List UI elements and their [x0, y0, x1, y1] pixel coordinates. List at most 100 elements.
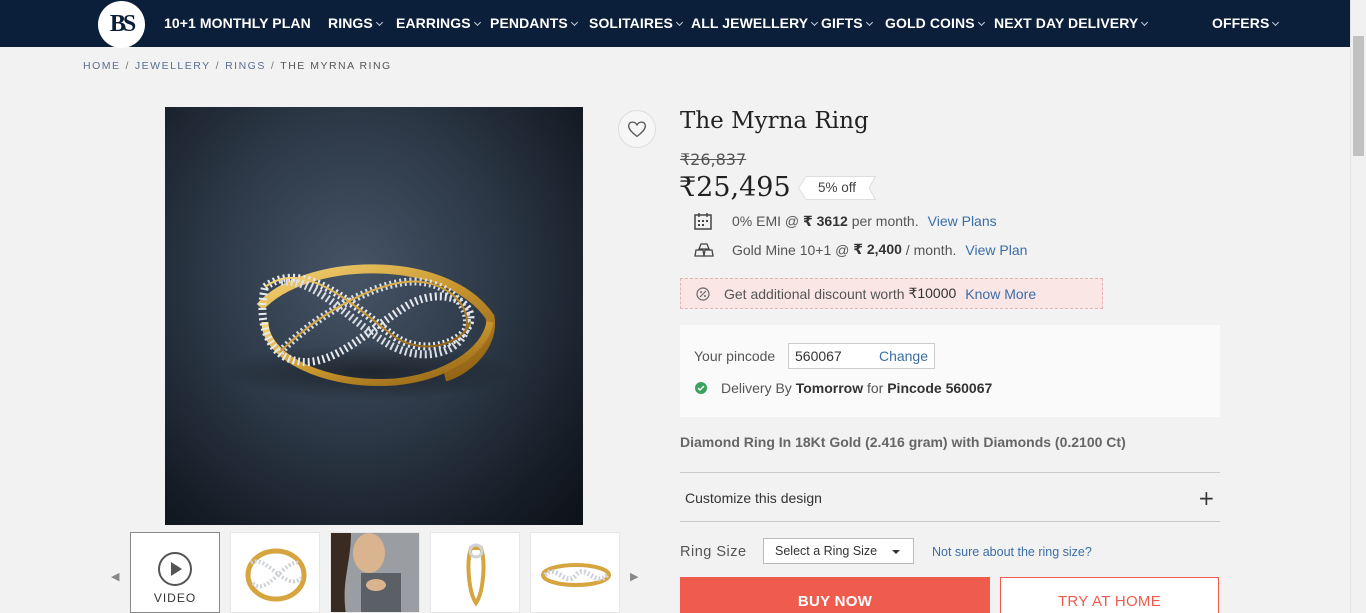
- thumbnail-video[interactable]: VIDEO: [130, 532, 220, 613]
- nav-item-solitaires[interactable]: SOLITAIRES: [589, 15, 684, 31]
- ring-size-label: Ring Size: [680, 544, 747, 560]
- breadcrumb-separator: /: [125, 60, 130, 72]
- pincode-label: Your pincode: [694, 348, 776, 364]
- thumbnail-model-wearing[interactable]: [330, 532, 420, 613]
- offer-amount: ₹10000: [908, 285, 957, 301]
- caret-down-icon: [892, 550, 900, 554]
- ring-side-thumbnail-image: [466, 543, 486, 607]
- calendar-icon: [694, 212, 714, 230]
- thumbnail-next-icon[interactable]: ▶: [630, 570, 638, 583]
- check-circle-icon: [695, 382, 707, 394]
- thumbnail-ring-front[interactable]: [230, 532, 320, 613]
- gold-mine-text: Gold Mine 10+1 @: [732, 241, 850, 258]
- know-more-link[interactable]: Know More: [965, 286, 1036, 302]
- ring-thumbnail-image: [245, 548, 307, 602]
- chevron-down-icon: [1141, 18, 1149, 27]
- divider: [680, 472, 1220, 473]
- discount-icon: [696, 286, 710, 301]
- delivery-pincode: Pincode 560067: [887, 380, 993, 396]
- breadcrumb: HOME / JEWELLERY / RINGS / THE MYRNA RING: [83, 60, 392, 72]
- customize-design-toggle[interactable]: Customize this design: [685, 490, 822, 506]
- offer-text: Get additional discount worth: [724, 285, 905, 302]
- brand-logo-icon[interactable]: BS: [98, 1, 145, 48]
- breadcrumb-home[interactable]: HOME: [83, 60, 121, 72]
- breadcrumb-separator: /: [215, 60, 221, 72]
- pincode-panel: Your pincode 560067 Change Delivery By T…: [680, 325, 1220, 417]
- delivery-prefix: Delivery By: [721, 380, 792, 396]
- thumbnail-ring-top[interactable]: [530, 532, 620, 613]
- brand-logo-text: BS: [109, 11, 136, 37]
- play-icon: [158, 552, 192, 586]
- gold-mine-amount: ₹ 2,400: [853, 241, 902, 257]
- original-price: ₹26,837: [680, 150, 747, 169]
- emi-row: 0% EMI @ ₹ 3612 per month. View Plans: [694, 212, 997, 230]
- product-description: Diamond Ring In 18Kt Gold (2.416 gram) w…: [680, 434, 1126, 450]
- product-main-image[interactable]: [165, 107, 583, 525]
- current-price: ₹25,495: [679, 172, 791, 203]
- nav-item-monthly-plan[interactable]: 10+1 MONTHLY PLAN: [164, 15, 311, 31]
- emi-amount: ₹ 3612: [803, 212, 848, 229]
- heart-icon: [628, 121, 646, 138]
- chevron-down-icon: [811, 18, 819, 27]
- divider: [680, 521, 1220, 522]
- view-plan-link[interactable]: View Plan: [965, 242, 1027, 258]
- discount-label: 5% off: [817, 180, 857, 195]
- chevron-down-icon: [375, 18, 383, 27]
- chevron-down-icon: [977, 18, 985, 27]
- nav-item-next-day-delivery[interactable]: NEXT DAY DELIVERY: [994, 15, 1149, 31]
- ring-image: [220, 264, 520, 400]
- thumbnail-ring-side[interactable]: [430, 532, 520, 613]
- chevron-down-icon: [473, 18, 481, 27]
- nav-item-all-jewellery[interactable]: ALL JEWELLERY: [691, 15, 819, 31]
- scrollbar-thumb[interactable]: [1353, 36, 1364, 156]
- pincode-value[interactable]: 560067: [795, 348, 842, 364]
- nav-item-label: EARRINGS: [396, 15, 471, 31]
- nav-item-label: 10+1 MONTHLY PLAN: [164, 15, 311, 31]
- nav-item-gifts[interactable]: GIFTS: [821, 15, 873, 31]
- nav-item-label: GOLD COINS: [885, 15, 975, 31]
- thumbnail-prev-icon[interactable]: ◀: [111, 570, 119, 583]
- change-pincode-button[interactable]: Change: [879, 348, 928, 364]
- offer-banner: Get additional discount worth ₹10000 Kno…: [680, 278, 1103, 309]
- breadcrumb-separator: /: [270, 60, 276, 72]
- page-scrollbar[interactable]: [1350, 0, 1366, 613]
- buy-now-button[interactable]: BUY NOW: [680, 577, 990, 613]
- nav-item-label: OFFERS: [1212, 15, 1270, 31]
- delivery-day: Tomorrow: [795, 380, 864, 396]
- nav-item-earrings[interactable]: EARRINGS: [396, 15, 481, 31]
- chevron-down-icon: [675, 18, 684, 27]
- nav-item-label: SOLITAIRES: [589, 15, 673, 31]
- nav-item-label: GIFTS: [821, 15, 863, 31]
- nav-item-gold-coins[interactable]: GOLD COINS: [885, 15, 985, 31]
- chevron-down-icon: [865, 18, 873, 27]
- chevron-down-icon: [570, 18, 578, 27]
- delivery-mid: for: [866, 380, 884, 396]
- pincode-field[interactable]: 560067 Change: [788, 343, 935, 369]
- nav-item-rings[interactable]: RINGS: [328, 15, 383, 31]
- nav-item-label: RINGS: [328, 15, 373, 31]
- gold-mine-suffix: / month.: [905, 241, 957, 258]
- nav-item-pendants[interactable]: PENDANTS: [490, 15, 578, 31]
- try-at-home-button[interactable]: TRY AT HOME: [1000, 577, 1219, 613]
- emi-suffix: per month.: [851, 213, 919, 229]
- ring-size-select[interactable]: Select a Ring Size: [763, 538, 914, 564]
- breadcrumb-jewellery[interactable]: JEWELLERY: [135, 60, 211, 72]
- ring-size-selected: Select a Ring Size: [775, 544, 878, 558]
- top-navigation: BS 10+1 MONTHLY PLAN RINGS EARRINGS PEND…: [0, 0, 1350, 48]
- video-label: VIDEO: [153, 591, 197, 605]
- breadcrumb-rings[interactable]: RINGS: [225, 60, 266, 72]
- nav-item-offers[interactable]: OFFERS: [1212, 15, 1280, 31]
- wishlist-button[interactable]: [618, 110, 656, 148]
- gold-bars-icon: [694, 242, 714, 258]
- plus-icon[interactable]: +: [1198, 486, 1215, 510]
- delivery-info: Delivery By Tomorrow for Pincode 560067: [695, 380, 992, 396]
- ring-top-thumbnail-image: [541, 563, 611, 587]
- emi-text: 0% EMI @: [732, 213, 800, 229]
- nav-item-label: PENDANTS: [490, 15, 568, 31]
- ring-size-help-link[interactable]: Not sure about the ring size?: [932, 545, 1092, 559]
- gold-mine-row: Gold Mine 10+1 @ ₹ 2,400 / month. View P…: [694, 241, 1027, 258]
- model-thumbnail-image: [331, 533, 419, 612]
- view-plans-link[interactable]: View Plans: [928, 213, 997, 229]
- breadcrumb-current: THE MYRNA RING: [280, 60, 392, 72]
- product-title: The Myrna Ring: [680, 108, 869, 134]
